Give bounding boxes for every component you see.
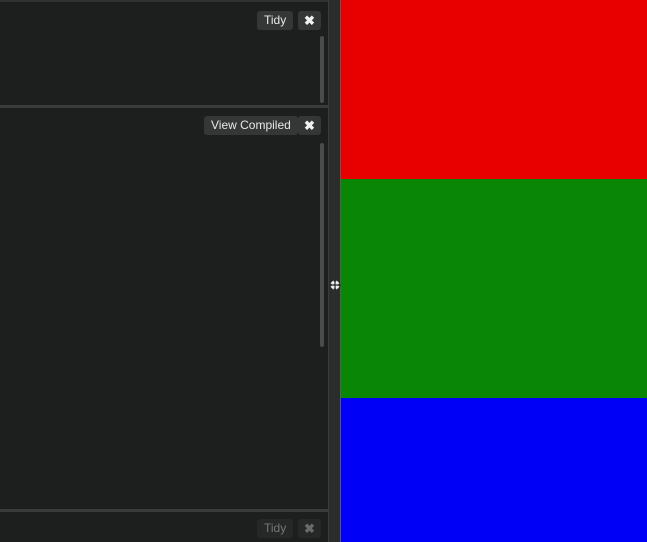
move-arrows-icon[interactable] — [329, 278, 341, 292]
css-editor-panel[interactable]: View Compiled ✖ — [0, 108, 328, 509]
pane-resizer[interactable] — [328, 0, 341, 542]
blue-band — [341, 398, 647, 542]
scrollbar[interactable] — [320, 36, 324, 103]
close-icon[interactable]: ✖ — [298, 116, 321, 135]
tidy-button[interactable]: Tidy — [257, 11, 294, 30]
green-band — [341, 179, 647, 398]
red-band — [341, 0, 647, 179]
result-preview — [341, 0, 647, 542]
close-icon[interactable]: ✖ — [298, 11, 321, 30]
html-editor-panel[interactable]: Tidy ✖ — [0, 0, 328, 105]
tidy-button[interactable]: Tidy — [257, 519, 294, 538]
editor-column: Tidy ✖ View Compiled ✖ Tidy ✖ — [0, 0, 328, 542]
js-editor-panel[interactable]: Tidy ✖ — [0, 512, 328, 542]
view-compiled-button[interactable]: View Compiled — [204, 116, 298, 135]
scrollbar[interactable] — [320, 143, 324, 347]
close-icon[interactable]: ✖ — [298, 519, 321, 538]
app-root: Tidy ✖ View Compiled ✖ Tidy ✖ — [0, 0, 647, 542]
